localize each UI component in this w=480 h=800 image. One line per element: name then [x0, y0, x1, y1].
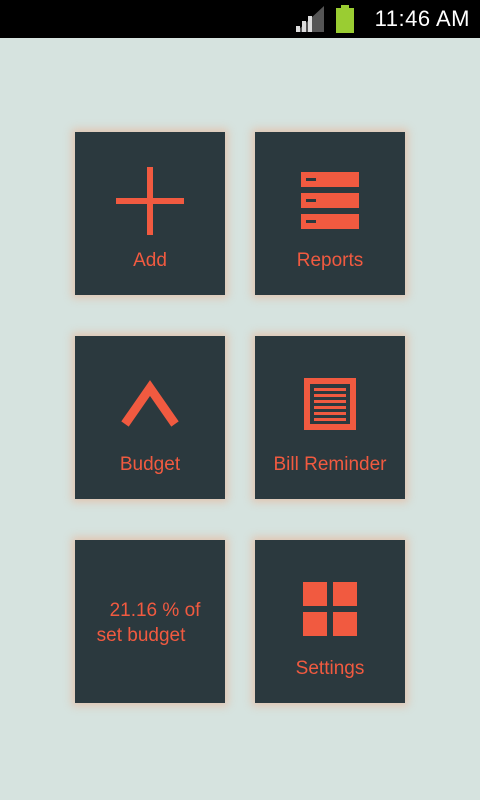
budget-status-tile[interactable]: 21.16 % of set budget: [75, 540, 225, 703]
grid-icon: [303, 582, 357, 636]
budget-tile[interactable]: Budget: [75, 336, 225, 499]
reports-tile[interactable]: Reports: [255, 132, 405, 295]
budget-set-text: set budget: [96, 625, 186, 646]
settings-label: Settings: [295, 658, 365, 679]
bill-reminder-tile[interactable]: Bill Reminder: [255, 336, 405, 499]
add-tile[interactable]: Add: [75, 132, 225, 295]
status-time: 11:46 AM: [374, 6, 470, 31]
reports-label: Reports: [296, 250, 364, 271]
add-label: Add: [133, 250, 167, 271]
status-bar: 11:46 AM: [0, 0, 480, 38]
settings-tile[interactable]: Settings: [255, 540, 405, 703]
chevron-up-icon: [121, 380, 179, 427]
signal-icon: [296, 6, 324, 32]
bill-reminder-label: Bill Reminder: [273, 454, 387, 475]
document-lines-icon: [304, 378, 356, 430]
server-stack-icon: [301, 172, 359, 229]
budget-percent-text: 21.16 % of: [109, 600, 201, 621]
budget-label: Budget: [119, 454, 181, 475]
plus-icon: [116, 167, 184, 235]
battery-icon: [336, 5, 354, 33]
